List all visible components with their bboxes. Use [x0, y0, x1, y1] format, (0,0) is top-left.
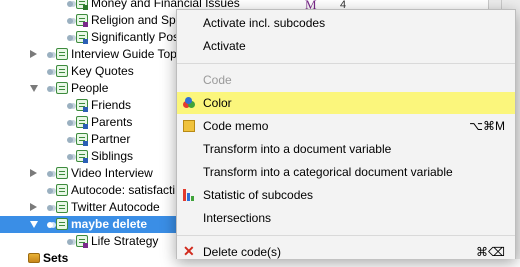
tree-row-label: Autocode: satisfacti — [71, 183, 176, 197]
code-color-swatch — [83, 243, 88, 248]
chart-bar — [187, 193, 190, 201]
menu-intersections[interactable]: Intersections — [177, 207, 515, 229]
memo-icon — [183, 120, 195, 132]
code-icon — [56, 184, 68, 196]
menu-separator — [177, 63, 515, 64]
menu-code: Code — [177, 69, 515, 91]
disclosure-open-icon[interactable] — [30, 85, 38, 92]
code-icon — [56, 48, 68, 60]
menu-shortcut: ⌘⌫ — [476, 245, 505, 259]
code-icon — [56, 167, 68, 179]
tree-dots-icon — [47, 52, 53, 58]
menu-item-label: Transform into a document variable — [203, 142, 392, 156]
tree-dots-icon — [67, 239, 73, 245]
code-color-swatch — [83, 22, 88, 27]
menu-item-label: Color — [203, 96, 232, 110]
code-color-swatch — [83, 107, 88, 112]
tree-dots-icon — [47, 171, 53, 177]
tree-row-label: Siblings — [91, 149, 134, 163]
tree-row-label: People — [71, 81, 109, 95]
tree-row-label: Parents — [91, 115, 133, 129]
menu-activate-incl-subcodes[interactable]: Activate incl. subcodes — [177, 12, 515, 34]
tree-dots-icon — [47, 69, 53, 75]
menu-statistic-subcodes[interactable]: Statistic of subcodes — [177, 184, 515, 206]
tree-dots-icon — [67, 137, 73, 143]
tree-dots-icon — [47, 222, 53, 228]
tree-row-label: Video Interview — [71, 166, 153, 180]
bar-chart-icon — [183, 189, 195, 201]
tree-row-label: Significantly Pos — [91, 30, 180, 44]
menu-item-label: Delete code(s) — [203, 245, 282, 259]
code-color-swatch — [83, 141, 88, 146]
menu-transform-categorical-variable[interactable]: Transform into a categorical document va… — [177, 161, 515, 183]
tree-dots-icon — [47, 86, 53, 92]
tree-dots-icon — [67, 103, 73, 109]
menu-item-label: Transform into a categorical document va… — [203, 165, 453, 179]
menu-transform-document-variable[interactable]: Transform into a document variable — [177, 138, 515, 160]
tree-row-label: Friends — [91, 98, 132, 112]
sets-briefcase-icon — [28, 253, 40, 263]
chart-bar — [183, 189, 186, 201]
tree-row-label: maybe delete — [71, 217, 148, 231]
tree-row-label: Religion and Spi — [91, 13, 179, 27]
menu-color[interactable]: Color — [177, 92, 515, 114]
tree-dots-icon — [47, 188, 53, 194]
code-icon — [56, 201, 68, 213]
menu-item-label: Statistic of subcodes — [203, 188, 314, 202]
code-color-swatch — [83, 158, 88, 163]
delete-x-icon: ✕ — [183, 243, 195, 259]
tree-row-label: Key Quotes — [71, 64, 134, 78]
menu-delete-codes[interactable]: ✕ Delete code(s) ⌘⌫ — [177, 241, 515, 263]
tree-dots-icon — [47, 205, 53, 211]
tree-row-label: Twitter Autocode — [71, 200, 160, 214]
code-color-swatch — [83, 124, 88, 129]
disclosure-open-icon[interactable] — [30, 221, 38, 228]
menu-activate[interactable]: Activate — [177, 35, 515, 57]
tree-dots-icon — [67, 154, 73, 160]
code-icon — [56, 65, 68, 77]
menu-item-label: Activate incl. subcodes — [203, 16, 326, 30]
disclosure-closed-icon[interactable] — [30, 169, 37, 177]
code-color-swatch — [83, 5, 88, 10]
code-icon — [56, 82, 68, 94]
tree-row-label: Partner — [91, 132, 131, 146]
tree-dots-icon — [67, 120, 73, 126]
palette-dot — [185, 97, 192, 104]
color-palette-icon — [183, 97, 195, 109]
tree-dots-icon — [67, 35, 73, 41]
tree-row-label: Life Strategy — [91, 234, 159, 248]
disclosure-closed-icon[interactable] — [30, 50, 37, 58]
menu-item-label: Code — [203, 73, 232, 87]
disclosure-closed-icon[interactable] — [30, 203, 37, 211]
menu-item-label: Activate — [203, 39, 246, 53]
menu-separator — [177, 235, 515, 236]
chart-bar — [191, 196, 194, 201]
context-menu: Activate incl. subcodes Activate Code Color… — [176, 9, 516, 259]
menu-item-label: Code memo — [203, 119, 269, 133]
menu-code-memo[interactable]: Code memo ⌥⌘M — [177, 115, 515, 137]
code-icon — [56, 218, 68, 230]
menu-shortcut: ⌥⌘M — [469, 119, 505, 133]
menu-item-label: Intersections — [203, 211, 272, 225]
tree-row-label: Interview Guide Topi — [71, 47, 180, 61]
tree-dots-icon — [67, 18, 73, 24]
tree-dots-icon — [67, 1, 73, 7]
code-color-swatch — [83, 39, 88, 44]
